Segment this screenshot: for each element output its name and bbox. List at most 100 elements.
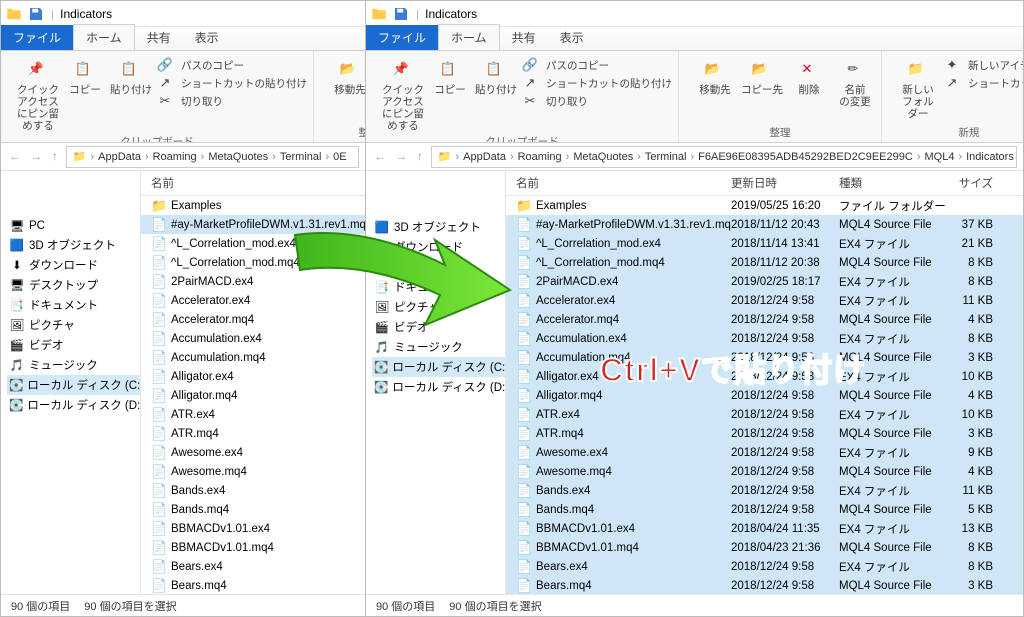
file-row[interactable]: 📄2PairMACD.ex42019/02/25 18:17EX4 ファイル8 … [506,272,1023,291]
pin-button[interactable]: 📌クイック アクセス にピン留めする [382,57,424,132]
file-row[interactable]: 📄2PairMACD.ex4 [141,272,365,291]
tree-documents[interactable]: 📑ドキュメント [372,277,505,297]
copy-button[interactable]: 📋コピー [65,57,105,96]
file-row[interactable]: 📄Bears.mq42018/12/24 9:58MQL4 Source Fil… [506,576,1023,594]
cut-button[interactable]: ✂切り取り [157,93,307,110]
file-row[interactable]: 📄^L_Correlation_mod.mq42018/11/12 20:38M… [506,253,1023,272]
file-row[interactable]: 📄Bands.mq42018/12/24 9:58MQL4 Source Fil… [506,500,1023,519]
file-row[interactable]: 📄Accelerator.mq42018/12/24 9:58MQL4 Sour… [506,310,1023,329]
nav-back-button[interactable]: ← [372,151,388,163]
new-item-button[interactable]: ✦新しいアイテム ▾ [944,57,1023,74]
tree-videos[interactable]: 🎬ビデオ [372,317,505,337]
save-icon[interactable] [27,5,45,23]
file-row[interactable]: 📄BBMACDv1.01.mq42018/04/23 21:36MQL4 Sou… [506,538,1023,557]
tab-share[interactable]: 共有 [135,25,183,50]
file-row[interactable]: 📄Bears.mq4 [141,576,365,594]
nav-back-button[interactable]: ← [7,151,23,163]
breadcrumb-item[interactable]: AppData [96,151,143,163]
paste-button[interactable]: 📋貼り付け [476,57,516,96]
file-row[interactable]: 📄Awesome.mq4 [141,462,365,481]
col-name[interactable]: 名前 [151,175,365,191]
file-row[interactable]: 📄^L_Correlation_mod.mq4 [141,253,365,272]
file-row[interactable]: 📄Alligator.ex4 [141,367,365,386]
col-type[interactable]: 種類 [839,175,949,191]
tree-3d-objects[interactable]: 🟦3D オブジェクト [372,217,505,237]
tree-d-drive[interactable]: 💽ローカル ディスク (D:) [372,377,505,397]
tab-view[interactable]: 表示 [548,25,596,50]
file-row[interactable]: 📄^L_Correlation_mod.ex4 [141,234,365,253]
tree-pictures[interactable]: 🖼ピクチャ [372,297,505,317]
copy-path-button[interactable]: 🔗パスのコピー [157,57,307,74]
file-row[interactable]: 📄BBMACDv1.01.mq4 [141,538,365,557]
cut-button[interactable]: ✂切り取り [522,93,672,110]
breadcrumb-item[interactable]: Roaming [516,151,564,163]
tab-file[interactable]: ファイル [366,25,438,50]
move-to-button[interactable]: 📂移動先 [330,57,365,96]
tree-c-drive[interactable]: 💽ローカル ディスク (C:) [372,357,505,377]
file-row[interactable]: 📄#ay-MarketProfileDWM.v1.31.rev1.mq42018… [506,215,1023,234]
file-row[interactable]: 📄BBMACDv1.01.ex42018/04/24 11:35EX4 ファイル… [506,519,1023,538]
nav-up-button[interactable]: ↑ [415,151,425,163]
save-icon[interactable] [392,5,410,23]
breadcrumb[interactable]: 📁›AppData›Roaming›MetaQuotes›Terminal›0E [66,146,359,168]
file-row[interactable]: 📄Alligator.mq4 [141,386,365,405]
file-row[interactable]: 📁Examples2019/05/25 16:20ファイル フォルダー [506,196,1023,215]
tree-downloads[interactable]: ⬇ダウンロード [372,237,505,257]
breadcrumb[interactable]: 📁›AppData›Roaming›MetaQuotes›Terminal›F6… [431,146,1017,168]
titlebar[interactable]: | Indicators [1,1,365,27]
file-row[interactable]: 📄BBMACDv1.01.ex4 [141,519,365,538]
tree-c-drive[interactable]: 💽ローカル ディスク (C:) [7,375,140,395]
pin-button[interactable]: 📌クイック アクセス にピン留めする [17,57,59,132]
file-row[interactable]: 📄ATR.ex4 [141,405,365,424]
col-name[interactable]: 名前 [516,175,731,191]
new-shortcut-button[interactable]: ↗ショートカット ▾ [944,75,1023,92]
copy-button[interactable]: 📋コピー [430,57,470,96]
file-row[interactable]: 📄Awesome.ex4 [141,443,365,462]
file-row[interactable]: 📄ATR.ex42018/12/24 9:58EX4 ファイル10 KB [506,405,1023,424]
file-row[interactable]: 📄Accumulation.ex4 [141,329,365,348]
paste-shortcut-button[interactable]: ↗ショートカットの貼り付け [157,75,307,92]
tree-documents[interactable]: 📑ドキュメント [7,295,140,315]
tab-share[interactable]: 共有 [500,25,548,50]
breadcrumb-item[interactable]: MetaQuotes [571,151,635,163]
tree-music[interactable]: 🎵ミュージック [372,337,505,357]
file-row[interactable]: 📄Bands.ex42018/12/24 9:58EX4 ファイル11 KB [506,481,1023,500]
breadcrumb-item[interactable]: Roaming [151,151,199,163]
breadcrumb-item[interactable]: Terminal [278,151,324,163]
move-to-button[interactable]: 📂移動先 [695,57,735,96]
file-row[interactable]: 📄Accumulation.mq4 [141,348,365,367]
file-row[interactable]: 📄Awesome.mq42018/12/24 9:58MQL4 Source F… [506,462,1023,481]
file-row[interactable]: 📄Awesome.ex42018/12/24 9:58EX4 ファイル9 KB [506,443,1023,462]
file-row[interactable]: 📄^L_Correlation_mod.ex42018/11/14 13:41E… [506,234,1023,253]
file-row[interactable]: 📄#ay-MarketProfileDWM.v1.31.rev1.mq4 [141,215,365,234]
nav-forward-button[interactable]: → [29,151,45,163]
breadcrumb-item[interactable]: F6AE96E08395ADB45292BED2C9EE299C [696,151,915,163]
tree-3d-objects[interactable]: 🟦3D オブジェクト [7,235,140,255]
file-row[interactable]: 📄Accelerator.ex42018/12/24 9:58EX4 ファイル1… [506,291,1023,310]
file-row[interactable]: 📄Bears.ex4 [141,557,365,576]
tree-desktop[interactable]: 🖥デスクトップ [372,257,505,277]
rename-button[interactable]: ✏名前 の変更 [835,57,875,108]
col-size[interactable]: サイズ [949,175,1001,191]
tree-d-drive[interactable]: 💽ローカル ディスク (D:) [7,395,140,415]
file-row[interactable]: 📄ATR.mq42018/12/24 9:58MQL4 Source File3… [506,424,1023,443]
breadcrumb-item[interactable]: 0E [331,151,348,163]
column-headers[interactable]: 名前 [141,171,365,196]
file-row[interactable]: 📄Bands.ex4 [141,481,365,500]
new-folder-button[interactable]: 📁新しい フォルダー [898,57,938,120]
file-row[interactable]: 📄Accelerator.mq4 [141,310,365,329]
file-row[interactable]: 📄Bands.mq4 [141,500,365,519]
tree-pc[interactable]: 🖥PC [7,217,140,235]
file-row[interactable]: 📁Examples [141,196,365,215]
breadcrumb-item[interactable]: MetaQuotes [206,151,270,163]
tree-desktop[interactable]: 🖥デスクトップ [7,275,140,295]
breadcrumb-item[interactable]: Indicators [964,151,1016,163]
tree-downloads[interactable]: ⬇ダウンロード [7,255,140,275]
tree-music[interactable]: 🎵ミュージック [7,355,140,375]
col-date[interactable]: 更新日時 [731,175,839,191]
nav-forward-button[interactable]: → [394,151,410,163]
breadcrumb-item[interactable]: MQL4 [922,151,956,163]
tree-pictures[interactable]: 🖼ピクチャ [7,315,140,335]
tab-file[interactable]: ファイル [1,25,73,50]
breadcrumb-item[interactable]: AppData [461,151,508,163]
